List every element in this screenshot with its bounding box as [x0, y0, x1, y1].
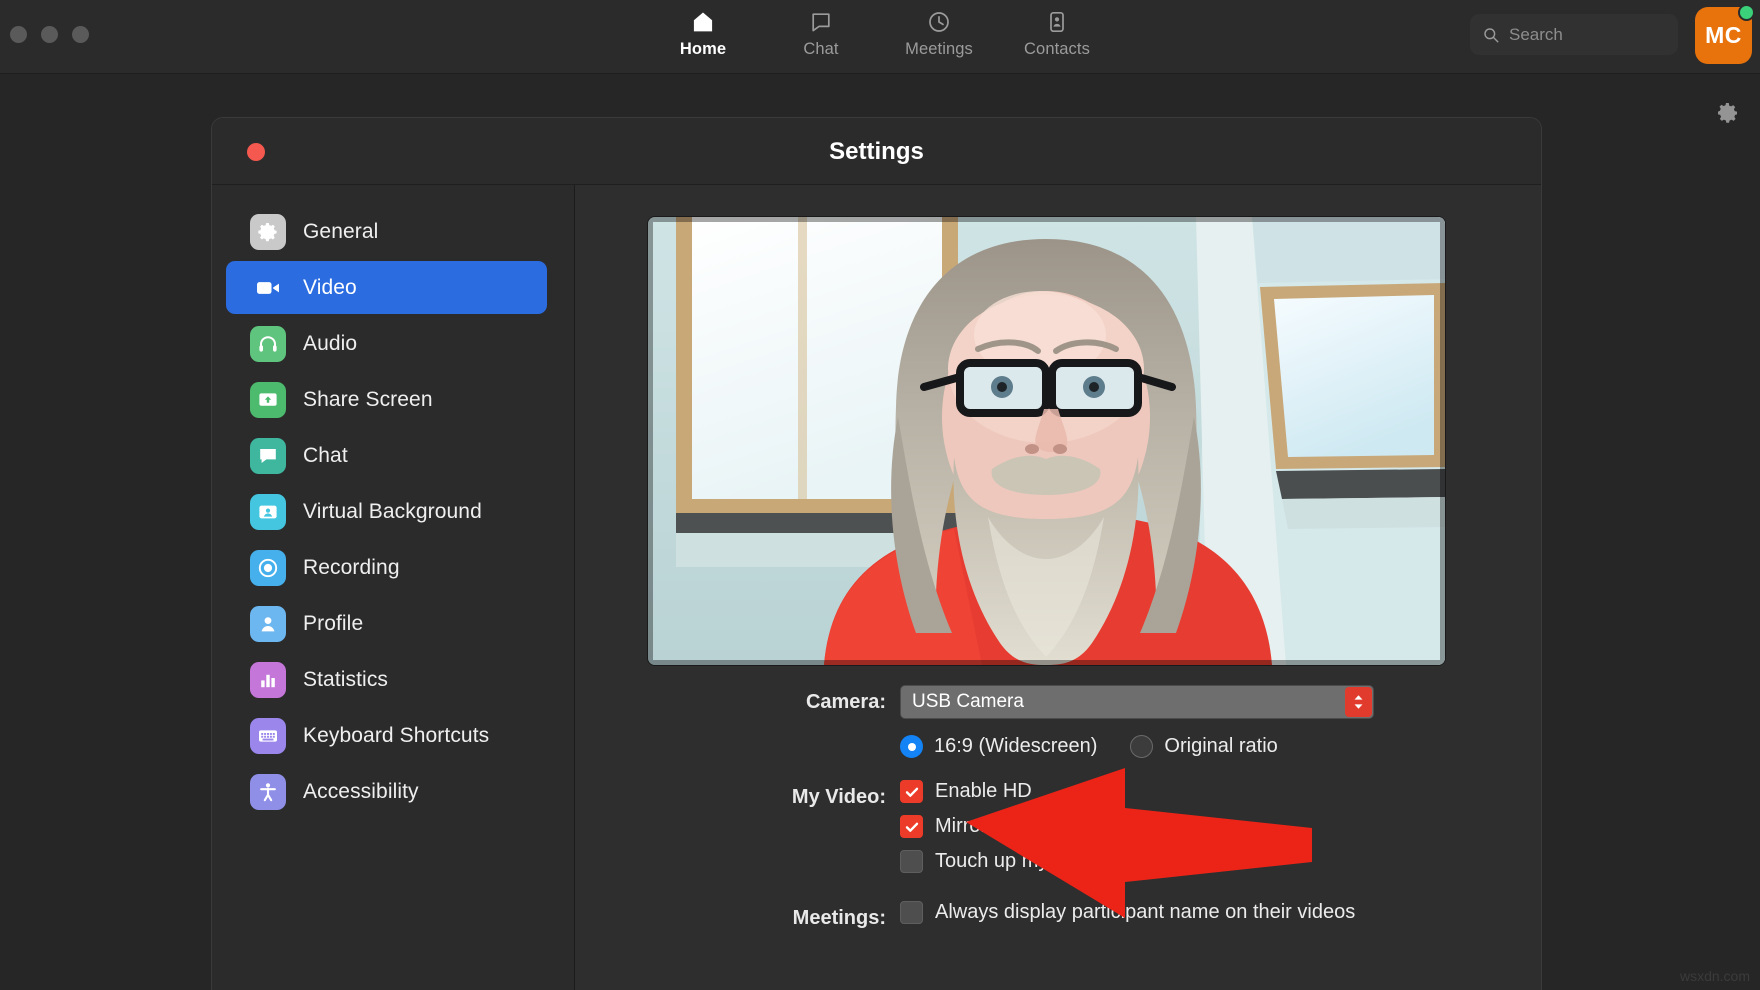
sidebar-item-share-screen-label: Share Screen [303, 387, 433, 411]
bar-chart-icon [250, 661, 286, 698]
sidebar-item-audio-label: Audio [303, 331, 358, 355]
tab-home[interactable]: Home [644, 0, 762, 59]
settings-dialog: Settings General Video Audio Share Scree… [211, 117, 1542, 990]
tab-chat-label: Chat [803, 40, 839, 58]
radio-16-9-label: 16:9 (Widescreen) [934, 735, 1098, 757]
clock-icon [927, 9, 951, 35]
video-settings-form: Camera: USB Camera 16:9 (Widescreen) Ori… [575, 685, 1541, 944]
checkbox-always-display-participant-name[interactable] [900, 901, 923, 924]
gear-icon [250, 213, 286, 250]
search-icon [1482, 26, 1500, 44]
sidebar-item-recording[interactable]: Recording [226, 541, 547, 594]
meetings-label: Meetings: [792, 907, 886, 929]
video-self-preview [648, 217, 1445, 665]
checkbox-touch-up-my-appearance-label: Touch up my appearance [935, 850, 1160, 872]
avatar[interactable]: MC [1695, 4, 1755, 64]
gear-icon[interactable] [1714, 99, 1742, 127]
checkbox-touch-up-row: Touch up my appearance [900, 850, 1541, 873]
keyboard-icon [250, 717, 286, 754]
video-settings-panel: Camera: USB Camera 16:9 (Widescreen) Ori… [575, 185, 1541, 990]
aspect-ratio-row: 16:9 (Widescreen) Original ratio [575, 735, 1541, 772]
checkbox-always-display-name-row: Always display participant name on their… [900, 901, 1541, 924]
sidebar-item-video[interactable]: Video [226, 261, 547, 314]
sidebar-item-profile-label: Profile [303, 611, 364, 635]
chat-bubble-icon [250, 437, 286, 474]
person-card-icon [250, 493, 286, 530]
sidebar-item-accessibility[interactable]: Accessibility [226, 765, 547, 818]
settings-dialog-titlebar: Settings [212, 118, 1541, 185]
tab-meetings[interactable]: Meetings [880, 0, 998, 59]
aspect-ratio-group: 16:9 (Widescreen) Original ratio [900, 735, 1541, 758]
person-icon [250, 605, 286, 642]
sidebar-item-chat[interactable]: Chat [226, 429, 547, 482]
sidebar-item-virtual-background[interactable]: Virtual Background [226, 485, 547, 538]
chat-bubble-icon [809, 9, 833, 35]
tab-contacts[interactable]: Contacts [998, 0, 1116, 59]
status-badge [1738, 4, 1755, 21]
record-icon [250, 549, 286, 586]
checkbox-always-display-participant-name-label: Always display participant name on their… [935, 901, 1356, 923]
accessibility-icon [250, 773, 286, 810]
radio-original-ratio[interactable] [1130, 735, 1154, 758]
sidebar-item-accessibility-label: Accessibility [303, 779, 419, 803]
sidebar-item-general[interactable]: General [226, 205, 547, 258]
tab-home-label: Home [679, 40, 727, 58]
sidebar-item-general-label: General [303, 219, 379, 243]
checkbox-enable-hd-row: Enable HD [900, 780, 1541, 803]
tab-meetings-label: Meetings [905, 40, 973, 58]
sidebar-item-audio[interactable]: Audio [226, 317, 547, 370]
tab-chat[interactable]: Chat [762, 0, 880, 59]
sidebar-item-statistics[interactable]: Statistics [226, 653, 547, 706]
home-icon [690, 9, 716, 35]
main-toolbar: Home Chat Meetings Contacts Search MC [0, 0, 1760, 74]
search-box[interactable]: Search [1470, 14, 1678, 55]
search-input[interactable]: Search [1509, 25, 1563, 45]
radio-16-9[interactable] [900, 735, 923, 758]
sidebar-item-video-label: Video [303, 275, 357, 299]
sidebar-item-keyboard-shortcuts[interactable]: Keyboard Shortcuts [226, 709, 547, 762]
page-title: Settings [829, 138, 924, 165]
watermark: wsxdn.com [1679, 968, 1750, 984]
radio-original-ratio-label: Original ratio [1164, 735, 1278, 757]
camera-selected-value: USB Camera [912, 691, 1024, 712]
settings-sidebar: General Video Audio Share Screen Chat Vi… [212, 185, 575, 990]
checkbox-mirror-my-video-label: Mirror my video [935, 815, 1073, 837]
sidebar-item-recording-label: Recording [303, 555, 400, 579]
settings-dialog-body: General Video Audio Share Screen Chat Vi… [212, 185, 1541, 990]
webcam-feed-image [648, 217, 1445, 665]
checkbox-touch-up-my-appearance[interactable] [900, 850, 923, 873]
sidebar-item-statistics-label: Statistics [303, 667, 389, 691]
sidebar-item-profile[interactable]: Profile [226, 597, 547, 650]
contact-card-icon [1045, 9, 1069, 35]
tab-contacts-label: Contacts [1024, 40, 1090, 58]
sidebar-item-share-screen[interactable]: Share Screen [226, 373, 547, 426]
sidebar-item-virtual-background-label: Virtual Background [303, 499, 482, 523]
avatar-initials: MC [1705, 22, 1742, 48]
share-screen-icon [250, 381, 286, 418]
camera-row: Camera: USB Camera [575, 685, 1541, 719]
camera-label: Camera: [805, 691, 886, 713]
zoom-app-window: Home Chat Meetings Contacts Search MC Se… [0, 0, 1760, 990]
headphones-icon [250, 325, 286, 362]
meetings-row: Meetings: Always display participant nam… [575, 901, 1541, 936]
my-video-label: My Video: [791, 786, 886, 808]
sidebar-item-keyboard-shortcuts-label: Keyboard Shortcuts [303, 723, 490, 747]
camera-select[interactable]: USB Camera [900, 685, 1374, 719]
sidebar-item-chat-label: Chat [303, 443, 348, 467]
my-video-row: My Video: Enable HD Mirror my video Touc… [575, 780, 1541, 885]
chevron-updown-icon[interactable] [1345, 687, 1372, 717]
checkbox-mirror-my-video[interactable] [900, 815, 923, 838]
checkbox-mirror-my-video-row: Mirror my video [900, 815, 1541, 838]
checkbox-enable-hd[interactable] [900, 780, 923, 803]
checkbox-enable-hd-label: Enable HD [935, 780, 1032, 802]
video-camera-icon [250, 270, 286, 306]
